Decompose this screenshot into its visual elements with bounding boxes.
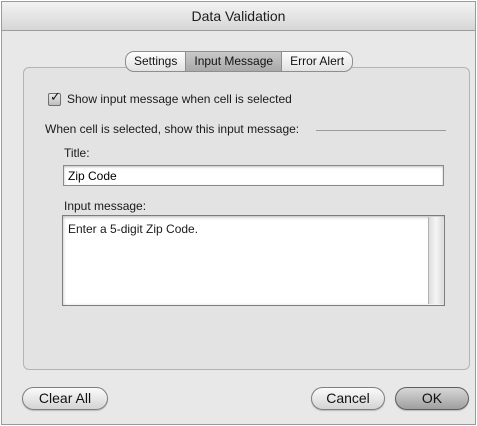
title-label: Title:: [64, 146, 90, 160]
message-scrollbar[interactable]: [428, 217, 443, 304]
tab-bar: Settings Input Message Error Alert: [125, 51, 354, 72]
group-label: When cell is selected, show this input m…: [45, 122, 300, 136]
input-message-textarea[interactable]: Enter a 5-digit Zip Code.: [62, 215, 445, 306]
tab-input-message[interactable]: Input Message: [186, 51, 283, 72]
input-message-label: Input message:: [64, 199, 147, 213]
group-divider: [316, 130, 446, 131]
show-message-label: Show input message when cell is selected: [67, 92, 292, 106]
tab-error-alert[interactable]: Error Alert: [282, 51, 354, 72]
tab-settings[interactable]: Settings: [125, 51, 187, 72]
cancel-button[interactable]: Cancel: [311, 387, 385, 410]
show-message-option[interactable]: ✓ Show input message when cell is select…: [48, 88, 292, 106]
ok-button[interactable]: OK: [395, 387, 469, 410]
input-message-text: Enter a 5-digit Zip Code.: [68, 222, 199, 236]
window-title: Data Validation: [2, 2, 475, 31]
checkmark-icon: ✓: [50, 88, 61, 104]
clear-all-button[interactable]: Clear All: [22, 387, 108, 410]
show-message-checkbox[interactable]: ✓: [48, 88, 61, 106]
title-input[interactable]: [63, 165, 444, 186]
